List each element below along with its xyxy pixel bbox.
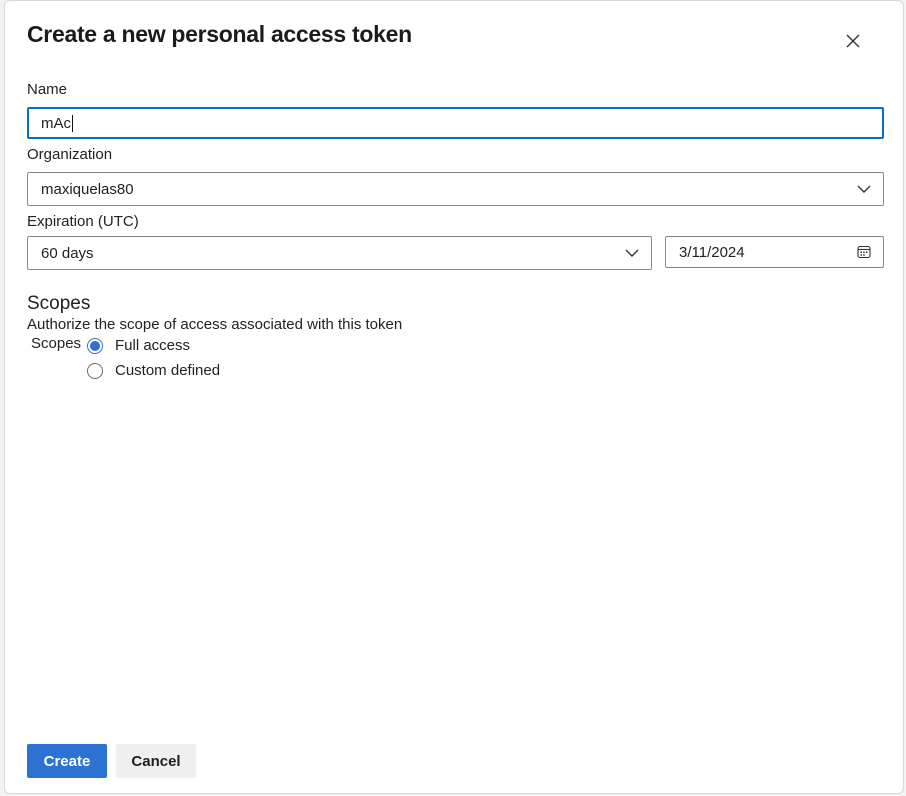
organization-select[interactable]: maxiquelas80 [27,172,884,206]
chevron-down-icon [857,185,871,193]
scope-option-label: Custom defined [115,362,221,379]
scope-option-custom-defined[interactable]: Custom defined [87,362,220,379]
scope-option-label: Full access [115,337,191,354]
dialog-title: Create a new personal access token [27,21,412,47]
expiration-value: 60 days [41,244,94,262]
calendar-icon[interactable] [857,245,871,259]
name-input[interactable]: mAc [27,107,884,139]
cancel-button[interactable]: Cancel [116,744,196,778]
name-input-value: mAc [41,114,71,132]
create-token-dialog: Create a new personal access token Name … [4,0,904,794]
organization-value: maxiquelas80 [41,180,134,198]
radio-unchecked[interactable] [87,362,103,379]
scopes-group-label: Scopes [31,335,82,352]
text-caret [72,114,73,132]
expiration-date-value: 3/11/2024 [679,243,745,261]
scope-option-full-access[interactable]: Full access [87,337,190,354]
create-button[interactable]: Create [27,744,107,778]
radio-checked[interactable] [87,337,103,354]
organization-label: Organization [27,146,113,163]
close-icon [846,34,860,48]
expiration-label: Expiration (UTC) [27,213,139,230]
expiration-date-picker[interactable]: 3/11/2024 [665,236,884,268]
scopes-description: Authorize the scope of access associated… [27,316,403,333]
scopes-heading: Scopes [27,293,91,314]
chevron-down-icon [625,249,639,257]
expiration-select[interactable]: 60 days [27,236,652,270]
name-label: Name [27,81,68,98]
close-button[interactable] [841,29,865,53]
